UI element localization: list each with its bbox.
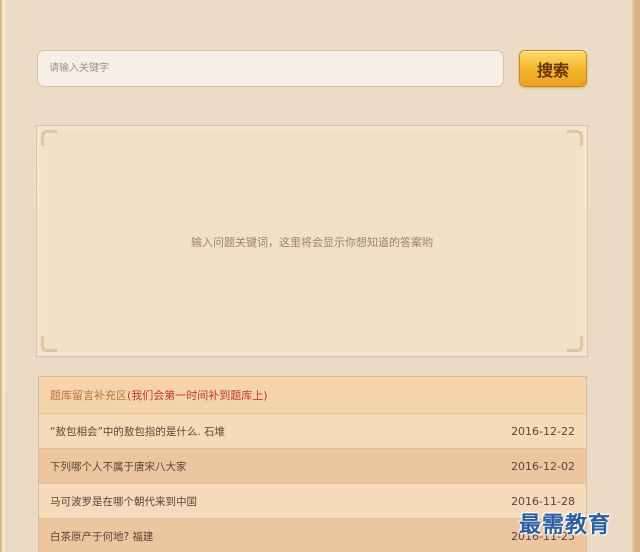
- list-item[interactable]: 白茶原产于何地? 福建 2016-11-25: [39, 519, 586, 552]
- corner-ornament: [41, 130, 57, 146]
- question-link[interactable]: 下列哪个人不属于唐宋八大家: [50, 459, 187, 474]
- question-link[interactable]: 马可波罗是在哪个朝代来到中国: [50, 494, 197, 509]
- corner-ornament: [567, 130, 583, 146]
- board-note: (我们会第一时间补到题库上): [127, 389, 268, 402]
- list-item[interactable]: 马可波罗是在哪个朝代来到中国 2016-11-28: [39, 484, 586, 519]
- result-hint: 输入问题关键词，这里将会显示你想知道的答案哟: [191, 236, 433, 249]
- list-item[interactable]: “敖包相会”中的敖包指的是什么. 石堆 2016-12-22: [39, 414, 586, 449]
- question-link[interactable]: 白茶原产于何地? 福建: [50, 529, 153, 544]
- message-board: 题库留言补充区 (我们会第一时间补到题库上) “敖包相会”中的敖包指的是什么. 石…: [38, 376, 587, 552]
- result-panel: 输入问题关键词，这里将会显示你想知道的答案哟: [36, 125, 588, 357]
- item-date: 2016-11-28: [511, 494, 575, 508]
- board-title: 题库留言补充区: [50, 389, 127, 402]
- board-header: 题库留言补充区 (我们会第一时间补到题库上): [39, 377, 586, 414]
- item-date: 2016-12-22: [511, 424, 575, 438]
- question-link[interactable]: “敖包相会”中的敖包指的是什么. 石堆: [50, 424, 225, 439]
- search-input[interactable]: [37, 50, 504, 87]
- corner-ornament: [41, 336, 57, 352]
- watermark-logo: 最需教育: [519, 512, 612, 538]
- list-item[interactable]: 下列哪个人不属于唐宋八大家 2016-12-02: [39, 449, 586, 484]
- corner-ornament: [567, 336, 583, 352]
- item-date: 2016-12-02: [511, 459, 575, 473]
- page-background: 搜索 输入问题关键词，这里将会显示你想知道的答案哟 题库留言补充区(我们会第一时…: [0, 0, 640, 552]
- search-button[interactable]: 搜索: [519, 50, 587, 87]
